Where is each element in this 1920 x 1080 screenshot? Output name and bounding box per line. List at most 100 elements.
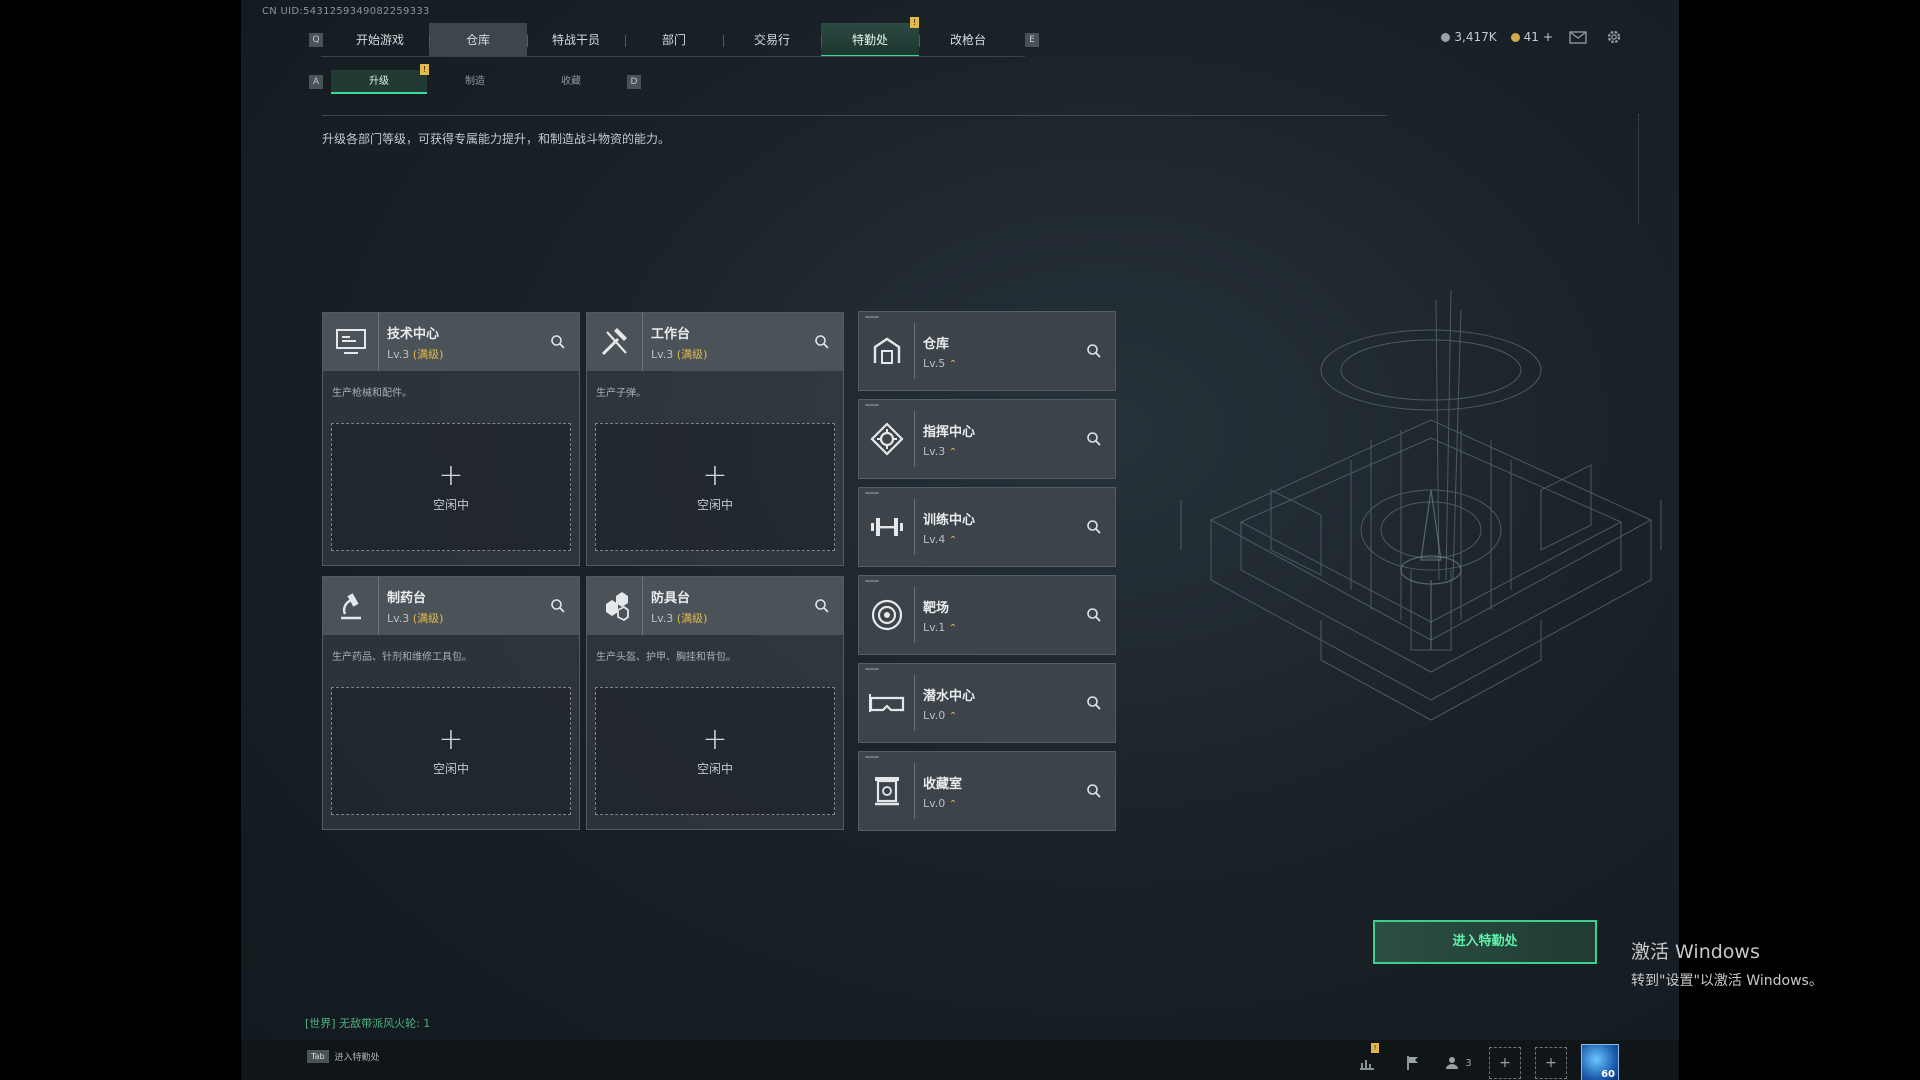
subtab-upgrade[interactable]: 升级 ! (331, 64, 429, 94)
goggles-icon (859, 675, 915, 731)
tab-special-ops[interactable]: 特勤处 ! (821, 17, 919, 57)
search-icon[interactable] (549, 333, 567, 351)
plus-icon: + (1499, 1055, 1511, 1071)
base-building-illustration (1180, 290, 1662, 721)
production-slot[interactable]: + 空闲中 (331, 687, 571, 815)
search-icon[interactable] (813, 333, 831, 351)
tab-start-game[interactable]: 开始游戏 (331, 23, 429, 57)
player-uid: CN UID:5431259349082259333 (262, 6, 430, 17)
department-name: 靶场 (923, 600, 950, 616)
max-level-tag: (满级) (676, 347, 708, 361)
invite-slot-2[interactable]: + (1535, 1047, 1567, 1079)
player-level: 60 (1601, 1069, 1615, 1080)
department-level: Lv.3 (651, 611, 674, 625)
tab-gunsmith[interactable]: 改枪台 (919, 23, 1017, 57)
department-desc: 生产枪械和配件。 (332, 388, 412, 399)
friends-button[interactable]: 3 (1443, 1047, 1475, 1079)
search-icon[interactable] (1085, 606, 1103, 624)
card-header[interactable]: 工作台 Lv.3 (满级) (587, 313, 843, 371)
nav-prev-key[interactable]: Q (309, 33, 323, 47)
production-slot[interactable]: + 空闲中 (595, 687, 835, 815)
department-level: Lv.3 (923, 444, 946, 458)
stats-icon[interactable]: ! (1351, 1043, 1383, 1079)
tab-department[interactable]: 部门 (625, 23, 723, 57)
card-warehouse[interactable]: 仓库 Lv.5 ⌃ (858, 311, 1116, 391)
coin-amount: 41 (1523, 30, 1539, 44)
armor-icon (587, 577, 643, 635)
activation-subtitle: 转到"设置"以激活 Windows。 (1631, 973, 1823, 989)
department-name: 训练中心 (923, 512, 976, 528)
coin-display[interactable]: 41 + (1510, 30, 1553, 44)
card-workbench: 工作台 Lv.3 (满级) 生产子弹。 + 空闲中 (586, 312, 844, 566)
department-level: Lv.3 (387, 347, 410, 361)
search-icon[interactable] (1085, 518, 1103, 536)
department-level: Lv.1 (923, 620, 946, 634)
card-armor-bench: 防具台 Lv.3 (满级) 生产头盔、护甲、胸挂和背包。 + 空闲中 (586, 576, 844, 830)
tab-alert-badge: ! (910, 17, 919, 28)
search-icon[interactable] (813, 597, 831, 615)
card-header[interactable]: 技术中心 Lv.3 (满级) (323, 313, 579, 371)
department-level: Lv.0 (923, 796, 946, 810)
search-icon[interactable] (1085, 782, 1103, 800)
world-chat-message[interactable]: [世界] 无敌带派风火轮: 1 (305, 1015, 430, 1031)
page-description: 升级各部门等级，可获得专属能力提升，和制造战斗物资的能力。 (322, 132, 671, 146)
department-desc: 生产药品、针剂和维修工具包。 (332, 652, 472, 663)
microscope-icon (323, 577, 379, 635)
upgrade-arrow-icon: ⌃ (948, 710, 958, 722)
tab-trading[interactable]: 交易行 (723, 23, 821, 57)
slot-status: 空闲中 (696, 497, 733, 512)
invite-slot-1[interactable]: + (1489, 1047, 1521, 1079)
subtab-collection[interactable]: 收藏 (523, 70, 619, 94)
mail-icon[interactable] (1567, 28, 1589, 46)
upgrade-arrow-icon: ⌃ (948, 446, 958, 458)
department-level: Lv.5 (923, 356, 946, 370)
department-desc: 生产头盔、护甲、胸挂和背包。 (596, 652, 736, 663)
department-level: Lv.4 (923, 532, 946, 546)
enter-special-ops-button[interactable]: 进入特勤处 (1373, 920, 1597, 964)
plus-icon: + (702, 457, 728, 493)
search-icon[interactable] (1085, 694, 1103, 712)
gear-icon[interactable] (1603, 28, 1625, 46)
department-name: 防具台 (651, 590, 691, 606)
sub-prev-key[interactable]: A (309, 75, 323, 89)
card-pharmacy: 制药台 Lv.3 (满级) 生产药品、针剂和维修工具包。 + 空闲中 (322, 576, 580, 830)
sub-navigation: A 升级 ! 制造 收藏 D (301, 64, 649, 94)
production-slot[interactable]: + 空闲中 (595, 423, 835, 551)
trophy-icon (859, 763, 915, 819)
department-name: 潜水中心 (923, 688, 976, 704)
max-level-tag: (满级) (676, 611, 708, 625)
add-coin-button[interactable]: + (1543, 30, 1553, 44)
tab-operators[interactable]: 特战干员 (527, 23, 625, 57)
search-icon[interactable] (1085, 342, 1103, 360)
windows-activation-watermark: 激活 Windows 转到"设置"以激活 Windows。 (1631, 937, 1823, 990)
upgrade-arrow-icon: ⌃ (948, 534, 958, 546)
currency-display[interactable]: 3,417K (1441, 30, 1497, 44)
subtab-craft[interactable]: 制造 (427, 70, 523, 94)
sub-next-key[interactable]: D (627, 75, 641, 89)
card-training-center[interactable]: 训练中心 Lv.4 ⌃ (858, 487, 1116, 567)
card-header[interactable]: 防具台 Lv.3 (满级) (587, 577, 843, 635)
side-decoration (1638, 114, 1640, 224)
monitor-icon (323, 313, 379, 371)
department-name: 指挥中心 (923, 424, 976, 440)
search-icon[interactable] (1085, 430, 1103, 448)
card-header[interactable]: 制药台 Lv.3 (满级) (323, 577, 579, 635)
max-level-tag: (满级) (412, 611, 444, 625)
header-divider (322, 115, 1387, 116)
dumbbell-icon (859, 499, 915, 555)
avatar[interactable]: 60 (1581, 1044, 1619, 1080)
card-diving-center[interactable]: 潜水中心 Lv.0 ⌃ (858, 663, 1116, 743)
card-command-center[interactable]: 指挥中心 Lv.3 ⌃ (858, 399, 1116, 479)
flag-icon[interactable] (1397, 1047, 1429, 1079)
card-collection-room[interactable]: 收藏室 Lv.0 ⌃ (858, 751, 1116, 831)
production-slot[interactable]: + 空闲中 (331, 423, 571, 551)
activation-title: 激活 Windows (1631, 941, 1760, 963)
department-name: 仓库 (923, 336, 950, 352)
search-icon[interactable] (549, 597, 567, 615)
nav-next-key[interactable]: E (1025, 33, 1039, 47)
card-shooting-range[interactable]: 靶场 Lv.1 ⌃ (858, 575, 1116, 655)
tab-hint-label: 进入特勤处 (334, 1053, 380, 1063)
tab-hint[interactable]: Tab 进入特勤处 (307, 1050, 380, 1063)
tab-warehouse[interactable]: 仓库 (429, 23, 527, 57)
plus-icon: + (702, 721, 728, 757)
